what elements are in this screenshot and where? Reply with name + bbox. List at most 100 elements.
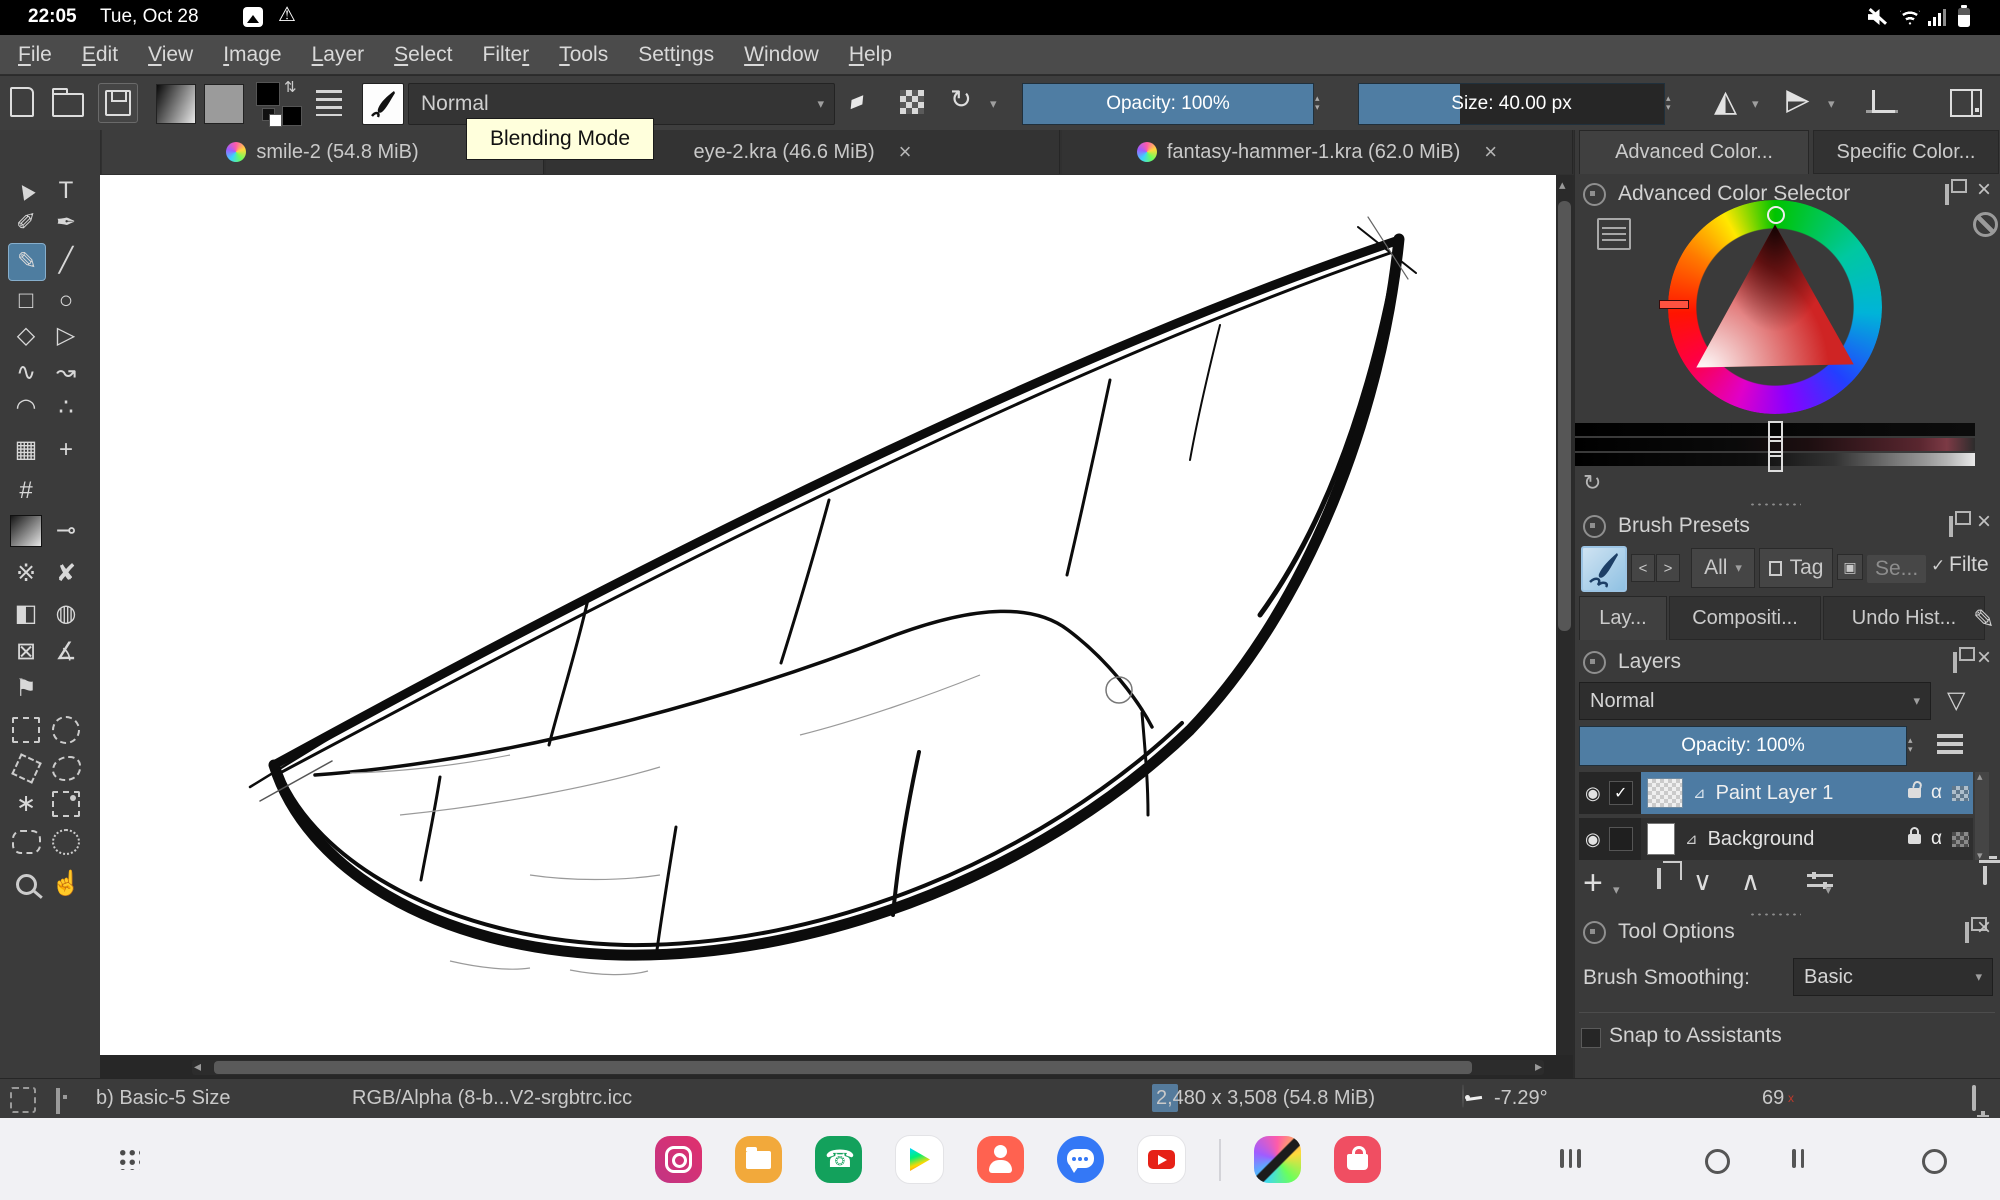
preset-view-icon[interactable]: ▣ [1837, 554, 1863, 580]
foreground-background-colors[interactable]: ⇅ [256, 82, 302, 126]
menu-item-window[interactable]: Window [744, 43, 819, 67]
delete-layer-button[interactable] [1983, 866, 1987, 885]
opacity-slider[interactable]: Opacity: 100% [1022, 83, 1314, 125]
chevron-down-icon[interactable]: ▾ [1828, 96, 1835, 112]
menu-item-view[interactable]: View [148, 43, 193, 67]
dock-drag-handle[interactable] [1749, 912, 1801, 917]
tool-smart-patch[interactable]: ※ [8, 556, 44, 592]
close-tab-icon[interactable]: × [899, 139, 912, 165]
current-brush-preset-label[interactable]: b) Basic-5 Size [96, 1087, 231, 1110]
save-button[interactable] [98, 83, 138, 123]
mirror-vertical-button[interactable]: ◭ [1782, 90, 1817, 113]
tool-select-bezier[interactable] [8, 824, 44, 860]
next-preset-button[interactable]: > [1656, 554, 1680, 582]
tool-pan[interactable]: ☝ [48, 866, 84, 902]
float-panel-icon[interactable] [1945, 184, 1949, 205]
tool-select-elliptical[interactable] [48, 712, 84, 748]
brush-option-lines-icon[interactable] [316, 90, 342, 116]
layers-scrollbar[interactable]: ▴ ▾ [1975, 772, 1989, 860]
menu-item-edit[interactable]: Edit [82, 43, 118, 67]
close-panel-icon[interactable]: × [1977, 512, 1991, 532]
tab-advanced-color-selector[interactable]: Advanced Color... [1579, 130, 1809, 174]
tool-ellipse[interactable]: ○ [48, 283, 84, 319]
panel-lock-icon[interactable] [1583, 651, 1606, 674]
tool-transform[interactable]: ▦ [8, 432, 44, 468]
new-document-button[interactable] [10, 87, 34, 117]
tool-colorize-mask[interactable]: ✘ [48, 556, 84, 592]
tool-dynamic-brush[interactable]: ◠ [8, 390, 44, 426]
menu-item-filter[interactable]: Filter [483, 43, 530, 67]
tab-layers-docker[interactable]: Lay... [1579, 596, 1667, 640]
alpha-icon[interactable]: α [1931, 782, 1942, 804]
pattern-chooser[interactable] [204, 84, 244, 124]
close-tab-icon[interactable]: × [1484, 139, 1497, 165]
inherit-alpha-icon[interactable] [1952, 786, 1969, 801]
tool-move[interactable]: + [48, 432, 84, 468]
tool-select-similar-color[interactable]: ∗ [8, 786, 44, 822]
tool-rectangle[interactable]: □ [8, 283, 44, 319]
tool-freehand-path[interactable]: ↝ [48, 355, 84, 391]
vertical-scroll-handle[interactable] [1558, 201, 1571, 631]
filter-layers-icon[interactable]: ▽ [1947, 686, 1965, 715]
canvas[interactable] [100, 175, 1556, 1055]
krita-app-icon[interactable] [1254, 1136, 1301, 1183]
search-presets-field[interactable]: Se... [1867, 555, 1926, 583]
tool-measure[interactable]: ∡ [48, 634, 84, 670]
tool-fill[interactable]: ◧ [8, 596, 44, 632]
zoom-level[interactable]: 69 [1762, 1087, 1784, 1110]
tool-multibrush[interactable]: ∴ [48, 390, 84, 426]
panel-lock-icon[interactable] [1583, 921, 1606, 944]
layer-opacity-spinner[interactable]: ▴▾ [1908, 728, 1913, 762]
trim-canvas-button[interactable] [1872, 90, 1895, 113]
scroll-up-icon[interactable]: ▴ [1559, 177, 1566, 193]
layer-thumbnail[interactable] [1647, 778, 1683, 808]
tag-filter-dropdown[interactable]: All▾ [1691, 548, 1755, 588]
visibility-eye-icon[interactable]: ◉ [1585, 829, 1601, 850]
tool-zoom[interactable] [8, 866, 44, 902]
home-button[interactable] [1705, 1149, 1730, 1174]
layer-row-paint-layer-1[interactable]: ⊿ Paint Layer 1 α [1641, 772, 1973, 814]
contacts-app-icon[interactable] [977, 1136, 1024, 1183]
chevron-down-icon[interactable]: ▾ [1752, 96, 1759, 112]
layer-opacity-slider[interactable]: Opacity: 100% [1579, 726, 1907, 766]
visibility-eye-icon[interactable]: ◉ [1585, 783, 1601, 804]
tool-gradient[interactable] [8, 513, 44, 549]
layer-thumbnail[interactable] [1647, 823, 1675, 855]
document-tab-2[interactable]: fantasy-hammer-1.kra (62.0 MiB)× [1062, 130, 1573, 174]
layer-blend-mode-dropdown[interactable]: Normal▾ [1579, 682, 1931, 720]
recents-button[interactable] [1560, 1149, 1581, 1168]
canvas-rotation-dial[interactable] [1462, 1084, 1464, 1108]
menu-item-layer[interactable]: Layer [312, 43, 365, 67]
galaxy-store-app-icon[interactable] [1334, 1136, 1381, 1183]
tool-polyline[interactable]: ▷ [48, 318, 84, 354]
menu-item-tools[interactable]: Tools [559, 43, 608, 67]
tool-reference-images[interactable]: ⚑ [8, 671, 44, 707]
filter-label[interactable]: Filte [1949, 553, 1989, 577]
open-document-button[interactable] [52, 87, 84, 117]
close-panel-icon[interactable]: × [1977, 180, 1991, 200]
my-files-app-icon[interactable] [735, 1136, 782, 1183]
menu-item-image[interactable]: Image [223, 43, 281, 67]
tool-line[interactable]: ╱ [48, 243, 84, 279]
instagram-app-icon[interactable] [655, 1136, 702, 1183]
back-button[interactable] [1792, 1149, 1804, 1168]
dock-drag-handle[interactable] [1749, 502, 1801, 507]
menu-item-settings[interactable]: Settings [638, 43, 714, 67]
brush-smoothing-dropdown[interactable]: Basic▾ [1793, 958, 1993, 996]
tool-crop[interactable]: # [8, 473, 44, 509]
tool-select-magnetic[interactable] [48, 824, 84, 860]
tool-select-polygonal[interactable] [8, 750, 44, 786]
strip-marker[interactable] [1768, 451, 1783, 472]
tool-bezier-curve[interactable]: ∿ [8, 355, 44, 391]
chevron-down-icon[interactable]: ▾ [1613, 882, 1620, 898]
tool-pattern-edit[interactable]: ⊠ [8, 634, 44, 670]
selection-mode-icon[interactable] [10, 1087, 36, 1113]
scroll-right-icon[interactable]: ▸ [1535, 1058, 1542, 1075]
edit-pencil-icon[interactable]: ✎ [1973, 604, 1995, 635]
layer-checkbox[interactable]: ✓ [1609, 781, 1633, 805]
workspace-chooser-button[interactable] [1950, 89, 1982, 117]
menu-item-select[interactable]: Select [394, 43, 452, 67]
tab-undo-history-docker[interactable]: Undo Hist... [1823, 596, 1985, 640]
layer-checkbox[interactable] [1609, 827, 1633, 851]
play-store-app-icon[interactable] [895, 1135, 944, 1184]
